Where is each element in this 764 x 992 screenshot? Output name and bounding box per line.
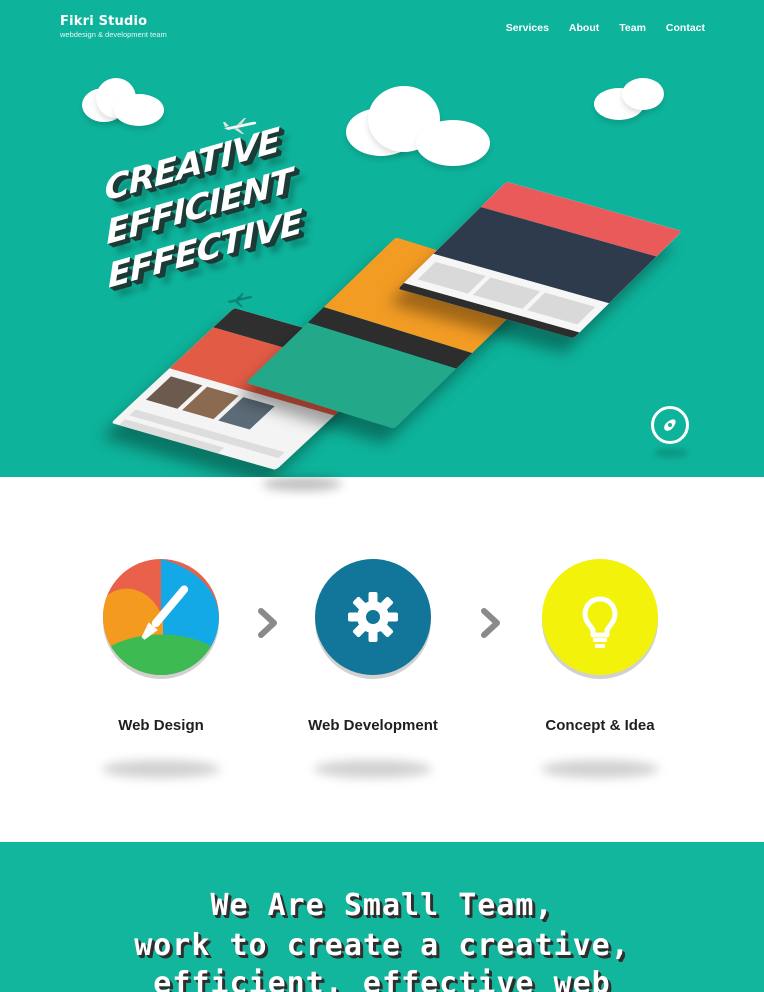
team-heading-line-2: work to create a creative, <box>134 928 630 963</box>
hero-section: Fikri Studio webdesign & development tea… <box>0 0 764 477</box>
team-heading-line-1: We Are Small Team, <box>210 888 554 923</box>
team-section: We Are Small Team, work to create a crea… <box>0 842 764 992</box>
service-web-design[interactable]: Web Design <box>71 559 251 778</box>
chevron-right-icon <box>258 608 277 638</box>
service-concept-idea[interactable]: Concept & Idea <box>510 559 690 778</box>
brand-title[interactable]: Fikri Studio <box>60 14 167 29</box>
cloud-left <box>80 78 170 128</box>
service-label: Concept & Idea <box>545 717 655 734</box>
mockup-drop-shadow <box>262 477 342 491</box>
compass-shadow <box>654 448 688 458</box>
brand-tagline: webdesign & development team <box>60 30 167 39</box>
service-label: Web Design <box>118 717 204 734</box>
nav-team[interactable]: Team <box>619 22 646 34</box>
lightbulb-icon <box>542 559 658 675</box>
compass-icon[interactable] <box>651 406 689 444</box>
services-section: Web Design Web Development Concept & Ide… <box>0 477 764 842</box>
brand[interactable]: Fikri Studio webdesign & development tea… <box>60 14 167 39</box>
gear-icon <box>315 559 431 675</box>
hero-slogan: CREATIVE EFFICIENT EFFECTIVE <box>104 113 303 299</box>
nav-contact[interactable]: Contact <box>666 22 705 34</box>
service-web-development[interactable]: Web Development <box>283 559 463 778</box>
paintbrush-icon <box>103 559 219 675</box>
chevron-right-icon <box>481 608 500 638</box>
plane-shadow-icon <box>227 293 253 307</box>
team-heading-line-3: efficient, effective web <box>153 966 611 992</box>
main-nav: Services About Team Contact <box>486 22 705 34</box>
nav-services[interactable]: Services <box>506 22 549 34</box>
cloud-center <box>344 86 494 168</box>
service-label: Web Development <box>308 717 438 734</box>
cloud-right <box>592 76 668 122</box>
nav-about[interactable]: About <box>569 22 599 34</box>
